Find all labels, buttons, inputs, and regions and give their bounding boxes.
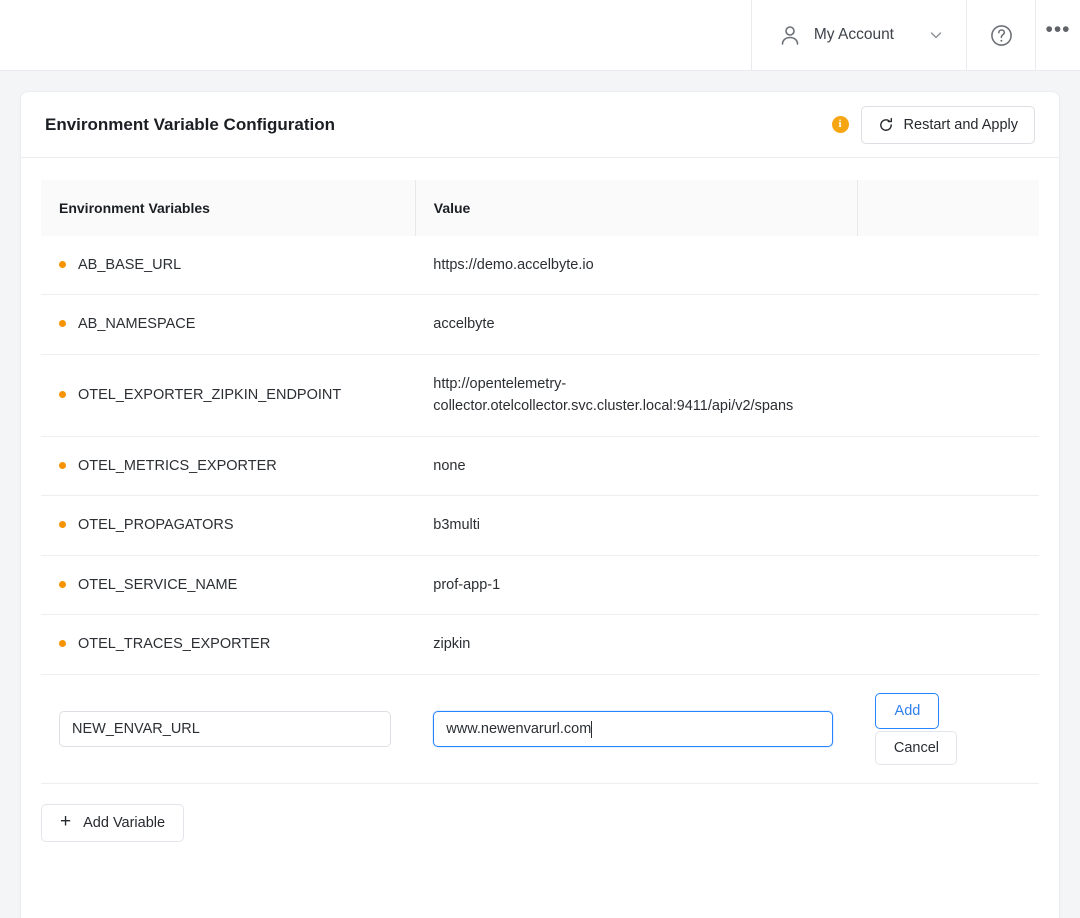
chevron-down-icon[interactable] [906,27,944,43]
page-title: Environment Variable Configuration [45,114,335,134]
table-row: OTEL_EXPORTER_ZIPKIN_ENDPOINT http://open… [41,354,1039,437]
variable-value-label: b3multi [433,517,480,534]
cell-variable-value: prof-app-1 [415,555,858,616]
account-menu[interactable]: My Account [750,0,966,70]
cell-variable-value: accelbyte [415,294,858,355]
cell-variable-name: OTEL_PROPAGATORS [41,495,416,556]
cell-new-variable-value [415,674,858,784]
column-header-value: Value [414,180,858,236]
variable-name-label: OTEL_TRACES_EXPORTER [78,636,271,653]
cell-new-variable-name [41,674,416,784]
cell-variable-name: OTEL_EXPORTER_ZIPKIN_ENDPOINT [41,354,416,437]
cell-variable-value: https://demo.accelbyte.io [415,236,858,296]
info-icon: i [831,116,849,133]
cell-variable-name: OTEL_METRICS_EXPORTER [41,436,416,497]
variable-value-label: none [433,457,466,474]
table-row: OTEL_PROPAGATORS b3multi [41,495,1039,556]
cell-row-actions [857,436,1039,497]
env-var-card: Environment Variable Configuration i Res… [20,91,1060,918]
variable-name-label: AB_BASE_URL [78,257,182,273]
cell-new-variable-actions: Add Cancel [857,674,1039,784]
variable-value-label: https://demo.accelbyte.io [433,257,594,273]
header-actions: i Restart and Apply [831,105,1035,144]
page-body: Environment Variable Configuration i Res… [0,71,1080,918]
table-footer: + Add Variable [21,784,1059,868]
cell-row-actions [857,354,1039,437]
table-row: OTEL_TRACES_EXPORTER zipkin [41,614,1039,675]
cell-variable-value: http://opentelemetry-collector.otelcolle… [415,354,858,437]
bullet-icon [59,261,66,268]
table-row: AB_BASE_URL https://demo.accelbyte.io [41,236,1039,296]
new-variable-name-input[interactable] [59,710,391,747]
cell-variable-name: AB_BASE_URL [41,236,416,296]
bullet-icon [59,391,66,399]
add-variable-button[interactable]: + Add Variable [41,803,185,842]
restart-and-apply-button[interactable]: Restart and Apply [860,105,1035,144]
cell-variable-name: OTEL_SERVICE_NAME [41,555,416,616]
variable-name-label: OTEL_PROPAGATORS [78,517,234,534]
cell-row-actions [857,555,1039,616]
cell-row-actions [857,614,1039,675]
bullet-icon [59,320,66,328]
cell-row-actions [857,495,1039,556]
card-header: Environment Variable Configuration i Res… [21,92,1059,158]
bullet-icon [59,461,66,469]
ellipsis-icon: ••• [1045,18,1071,41]
account-label: My Account [813,26,894,43]
refresh-icon [878,117,894,133]
variable-name-label: OTEL_SERVICE_NAME [78,576,238,593]
plus-icon: + [60,811,72,833]
table-row: AB_NAMESPACE accelbyte [41,294,1039,355]
variable-name-label: AB_NAMESPACE [78,316,196,333]
bullet-icon [59,580,66,588]
bullet-icon [59,521,66,529]
variable-name-label: OTEL_EXPORTER_ZIPKIN_ENDPOINT [78,387,342,404]
add-button[interactable]: Add [875,692,940,729]
cell-variable-value: zipkin [415,614,858,675]
column-header-actions [856,180,1039,236]
cell-variable-name: AB_NAMESPACE [41,294,416,355]
variable-value-label: http://opentelemetry-collector.otelcolle… [433,375,794,415]
table-head: Environment Variables Value [41,180,1039,236]
env-var-table-wrapper: Environment Variables Value AB_BASE_URLh… [21,158,1059,784]
new-variable-value-input[interactable] [433,710,834,747]
cancel-button[interactable]: Cancel [875,730,958,765]
variable-value-label: accelbyte [433,316,495,333]
cell-variable-name: OTEL_TRACES_EXPORTER [41,614,416,675]
user-icon [778,23,802,47]
table-header-row: Environment Variables Value [41,180,1039,236]
cell-row-actions [857,236,1039,296]
cell-row-actions [857,294,1039,355]
cell-variable-value: b3multi [415,495,858,556]
env-var-table: Environment Variables Value AB_BASE_URLh… [41,180,1039,784]
cell-variable-value: none [415,436,858,497]
table-row: OTEL_METRICS_EXPORTER none [41,436,1039,497]
table-body: AB_BASE_URL https://demo.accelbyte.io AB_N… [41,236,1039,784]
bullet-icon [59,640,66,648]
restart-and-apply-label: Restart and Apply [903,116,1018,133]
variable-value-label: zipkin [433,636,471,653]
table-row: OTEL_SERVICE_NAME prof-app-1 [41,555,1039,616]
variable-value-label: prof-app-1 [433,576,501,593]
question-circle-icon [989,23,1014,48]
more-options-button[interactable]: ••• [1036,0,1080,70]
add-variable-label: Add Variable [83,814,166,831]
column-header-name: Environment Variables [59,200,210,216]
new-variable-row: AddCancel [41,674,1039,784]
variable-name-label: OTEL_METRICS_EXPORTER [78,457,277,474]
help-button[interactable] [966,0,1036,70]
top-bar: My Account ••• [0,0,1080,71]
text-cursor [591,720,593,738]
